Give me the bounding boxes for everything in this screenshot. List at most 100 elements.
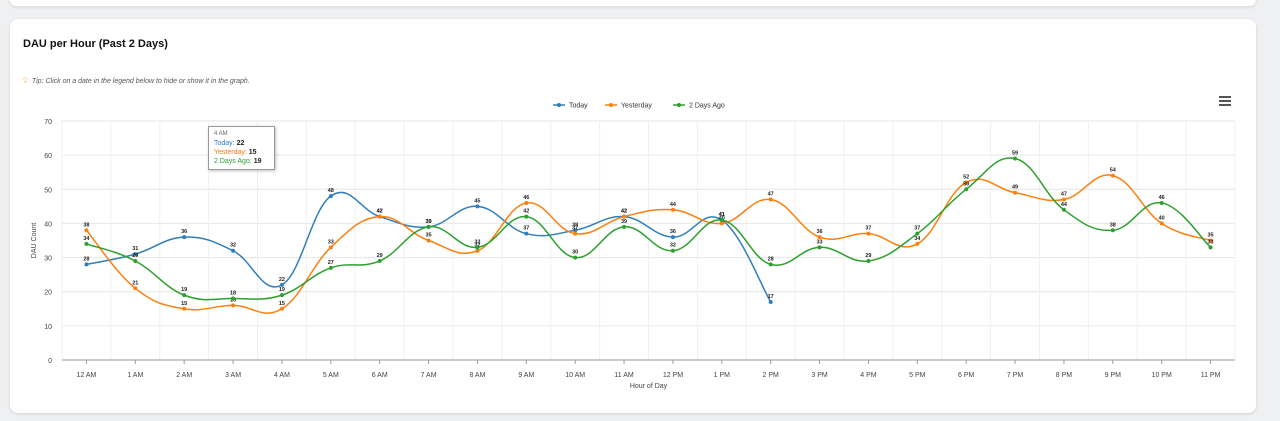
- data-label: 30: [572, 250, 578, 256]
- data-label: 33: [1208, 239, 1214, 245]
- data-point: [768, 299, 773, 304]
- data-label: 59: [1012, 151, 1018, 157]
- data-label: 39: [426, 219, 432, 225]
- data-label: 47: [768, 192, 774, 198]
- x-tick-label: 12 PM: [663, 372, 683, 379]
- data-point: [1061, 207, 1066, 212]
- data-point: [573, 231, 578, 236]
- data-label: 37: [865, 226, 871, 232]
- data-label: 46: [523, 195, 529, 201]
- data-point: [670, 235, 675, 240]
- data-point: [866, 231, 871, 236]
- data-point: [328, 245, 333, 250]
- x-tick-label: 2 PM: [763, 372, 780, 379]
- legend-item[interactable]: 2 Days Ago: [689, 103, 725, 110]
- data-label: 44: [670, 202, 677, 208]
- x-tick-label: 3 AM: [225, 372, 241, 379]
- data-label: 29: [377, 253, 383, 259]
- x-tick-label: 3 PM: [811, 372, 828, 379]
- data-label: 33: [817, 239, 823, 245]
- line-chart: 0 10 20 30 40 50 60 70 12 AM 1 AM 2 AM 3 AM 4 AM 5 AM…: [31, 103, 1236, 390]
- data-label: 29: [865, 253, 871, 259]
- data-point: [426, 238, 431, 243]
- data-point: [1013, 190, 1018, 195]
- data-point: [524, 231, 529, 236]
- data-label: 39: [621, 219, 627, 225]
- y-tick-label: 40: [44, 221, 52, 228]
- x-tick-label: 8 AM: [469, 372, 485, 379]
- data-point: [1013, 156, 1018, 161]
- legend-marker: [557, 103, 561, 107]
- x-axis-title: Hour of Day: [630, 383, 668, 390]
- legend-marker: [677, 103, 681, 107]
- data-point: [915, 241, 920, 246]
- data-point: [182, 293, 187, 298]
- data-label: 48: [328, 188, 334, 194]
- x-tick-label: 4 AM: [274, 372, 290, 379]
- x-tick-label: 9 AM: [518, 372, 534, 379]
- data-label: 36: [670, 229, 676, 235]
- x-tick-label: 10 PM: [1152, 372, 1172, 379]
- y-tick-label: 30: [44, 256, 52, 263]
- data-point: [84, 228, 89, 233]
- chart-tooltip: 4 AM Today: 22 Yesterday: 15 2 Days Ago:…: [208, 126, 275, 170]
- data-point: [475, 204, 480, 209]
- legend-item[interactable]: Today: [569, 103, 588, 110]
- data-point: [915, 231, 920, 236]
- data-label: 19: [181, 287, 187, 293]
- data-point: [231, 248, 236, 253]
- y-tick-label: 20: [44, 290, 52, 297]
- data-point: [622, 224, 627, 229]
- data-label: 42: [621, 209, 627, 215]
- data-label: 29: [132, 253, 138, 259]
- x-tick-label: 2 AM: [176, 372, 192, 379]
- data-point: [768, 262, 773, 267]
- data-label: 37: [572, 226, 578, 232]
- tooltip-header: 4 AM: [214, 131, 228, 137]
- tooltip-row-yesterday: Yesterday: 15: [214, 149, 257, 156]
- x-tick-label: 1 AM: [127, 372, 143, 379]
- x-tick-label: 11 AM: [614, 372, 633, 379]
- data-label: 42: [523, 209, 529, 215]
- x-tick-label: 10 AM: [565, 372, 585, 379]
- data-point: [328, 194, 333, 199]
- data-point: [817, 245, 822, 250]
- data-label: 32: [670, 243, 676, 249]
- data-point: [768, 197, 773, 202]
- data-label: 22: [279, 277, 285, 283]
- data-label: 54: [1110, 168, 1117, 174]
- data-label: 35: [426, 233, 432, 239]
- data-label: 41: [719, 212, 725, 218]
- y-axis-title: DAU Count: [31, 223, 38, 258]
- legend-item[interactable]: Yesterday: [621, 103, 652, 110]
- data-point: [84, 241, 89, 246]
- data-label: 28: [768, 256, 774, 262]
- data-label: 36: [181, 229, 187, 235]
- data-label: 21: [132, 280, 138, 286]
- x-tick-label: 4 PM: [860, 372, 877, 379]
- x-tick-label: 1 PM: [714, 372, 731, 379]
- data-point: [133, 286, 138, 291]
- x-tick-label: 5 AM: [323, 372, 339, 379]
- x-tick-label: 6 AM: [372, 372, 388, 379]
- data-point: [524, 200, 529, 205]
- tooltip-row-today: Today: 22: [214, 140, 245, 147]
- data-point: [866, 258, 871, 263]
- data-point: [1159, 221, 1164, 226]
- x-tick-label: 6 PM: [958, 372, 975, 379]
- data-point: [670, 248, 675, 253]
- legend-marker: [609, 103, 613, 107]
- data-point: [475, 245, 480, 250]
- x-tick-label: 5 PM: [909, 372, 926, 379]
- data-point: [182, 235, 187, 240]
- tooltip-row-2days: 2 Days Ago: 19: [214, 158, 262, 165]
- data-label: 47: [1061, 192, 1067, 198]
- data-label: 28: [83, 256, 89, 262]
- data-label: 45: [474, 198, 480, 204]
- data-label: 44: [1061, 202, 1068, 208]
- data-label: 18: [230, 291, 236, 297]
- data-point: [182, 306, 187, 311]
- data-label: 50: [963, 181, 969, 187]
- data-label: 42: [377, 209, 383, 215]
- data-point: [670, 207, 675, 212]
